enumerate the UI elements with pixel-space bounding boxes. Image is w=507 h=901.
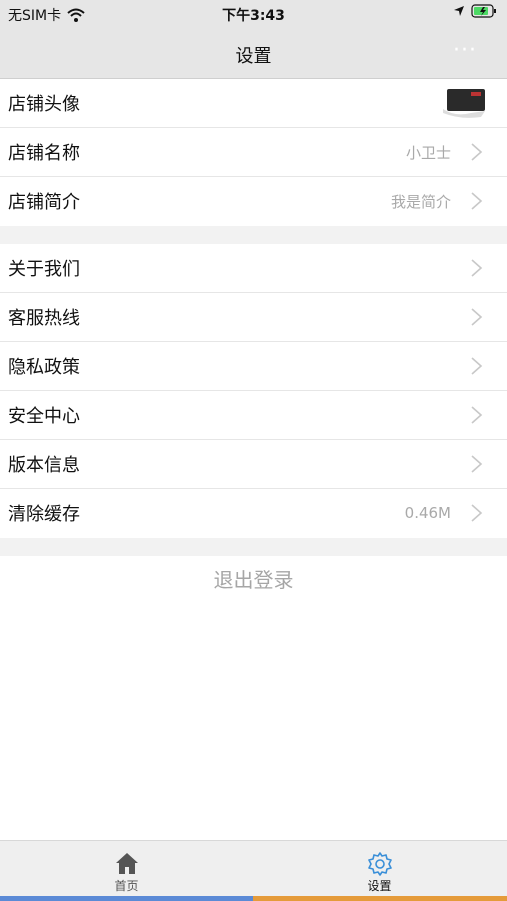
row-shop-name[interactable]: 店铺名称 小卫士 <box>0 128 507 177</box>
row-customer-hotline[interactable]: 客服热线 <box>0 293 507 342</box>
row-shop-avatar[interactable]: 店铺头像 <box>0 79 507 128</box>
nav-bar: 设置 ··· <box>0 28 507 79</box>
tab-bar: 首页 设置 <box>0 840 507 901</box>
settings-tab-indicator <box>253 896 507 901</box>
row-value: 小卫士 <box>405 143 451 162</box>
more-button[interactable]: ··· <box>453 38 477 63</box>
row-label: 安全中心 <box>8 406 80 427</box>
row-label: 店铺头像 <box>8 94 80 115</box>
battery-icon <box>471 4 496 18</box>
row-shop-intro[interactable]: 店铺简介 我是简介 <box>0 177 507 225</box>
row-label: 关于我们 <box>8 259 80 280</box>
chevron-right-icon <box>471 455 483 473</box>
row-label: 客服热线 <box>8 308 80 329</box>
home-tab-indicator <box>0 896 253 901</box>
gear-icon <box>367 852 392 876</box>
page-title: 设置 <box>235 46 272 67</box>
chevron-right-icon <box>471 308 483 326</box>
row-value: 0.46M <box>404 504 451 522</box>
chevron-right-icon <box>471 192 483 210</box>
row-security-center[interactable]: 安全中心 <box>0 391 507 440</box>
row-label: 店铺名称 <box>8 143 80 164</box>
row-version-info[interactable]: 版本信息 <box>0 440 507 489</box>
tab-home[interactable]: 首页 <box>0 841 253 897</box>
tab-settings[interactable]: 设置 <box>253 841 506 897</box>
row-label: 清除缓存 <box>8 504 80 525</box>
chevron-right-icon <box>471 143 483 161</box>
shop-settings-group: 店铺头像 店铺名称 小卫士 店铺简介 我是简介 <box>0 79 507 225</box>
logout-button[interactable]: 退出登录 <box>0 556 507 604</box>
shop-avatar-image <box>443 89 485 118</box>
row-clear-cache[interactable]: 清除缓存 0.46M <box>0 489 507 537</box>
row-label: 版本信息 <box>8 455 80 476</box>
chevron-right-icon <box>471 504 483 522</box>
general-settings-group: 关于我们 客服热线 隐私政策 安全中心 版本信息 清除缓存 0.46M <box>0 244 507 537</box>
row-label: 店铺简介 <box>8 192 80 213</box>
chevron-right-icon <box>471 406 483 424</box>
tab-label: 设置 <box>367 879 392 893</box>
row-privacy-policy[interactable]: 隐私政策 <box>0 342 507 391</box>
row-about-us[interactable]: 关于我们 <box>0 244 507 293</box>
row-value: 我是简介 <box>390 192 451 211</box>
status-time: 下午3:43 <box>222 8 285 24</box>
row-label: 隐私政策 <box>8 357 80 378</box>
section-divider <box>0 226 507 244</box>
location-arrow-icon <box>454 6 464 16</box>
home-icon <box>115 853 138 874</box>
tab-label: 首页 <box>114 879 139 893</box>
chevron-right-icon <box>471 259 483 277</box>
status-bar: 无SIM卡 下午3:43 <box>0 0 507 28</box>
section-divider <box>0 538 507 556</box>
chevron-right-icon <box>471 357 483 375</box>
